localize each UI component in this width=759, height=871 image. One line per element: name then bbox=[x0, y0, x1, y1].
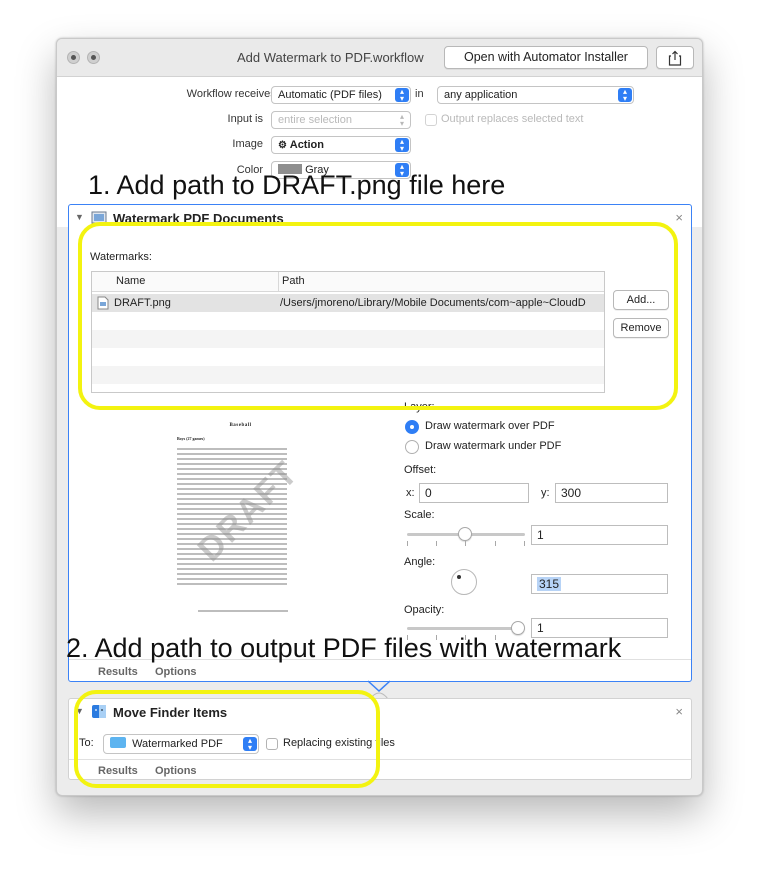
annotation-step-2: 2. Add path to output PDF files with wat… bbox=[66, 633, 622, 663]
disclosure-triangle-icon[interactable]: ▼ bbox=[75, 212, 84, 222]
preview-title: Baseball bbox=[229, 423, 252, 428]
highlight-move-finder-items bbox=[74, 690, 380, 788]
stepper-icon: ▴ ▾ bbox=[399, 112, 404, 128]
annotation-step-1: 1. Add path to DRAFT.png file here bbox=[88, 170, 506, 200]
in-label: in bbox=[415, 88, 424, 100]
offset-y-field[interactable]: 300 bbox=[555, 483, 668, 503]
title-bar: Add Watermark to PDF.workflow Open with … bbox=[57, 39, 702, 77]
input-is-select: entire selection ▴ ▾ bbox=[271, 111, 411, 129]
offset-label: Offset: bbox=[404, 464, 437, 476]
share-button[interactable] bbox=[656, 46, 694, 69]
share-icon bbox=[668, 50, 682, 66]
application-value: any application bbox=[444, 89, 518, 101]
remove-action-icon[interactable]: × bbox=[675, 704, 683, 719]
scale-slider-knob[interactable] bbox=[458, 527, 472, 541]
window-title: Add Watermark to PDF.workflow bbox=[237, 50, 424, 65]
stepper-icon: ▴ ▾ bbox=[395, 138, 409, 153]
angle-dial-indicator bbox=[457, 575, 461, 579]
image-select[interactable]: ⚙ Action ▴ ▾ bbox=[271, 136, 411, 154]
open-with-automator-installer-button[interactable]: Open with Automator Installer bbox=[444, 46, 648, 69]
layer-over-radio[interactable] bbox=[405, 420, 419, 434]
scale-ticks bbox=[407, 541, 525, 547]
minimize-window-button[interactable] bbox=[87, 51, 100, 64]
receives-select[interactable]: Automatic (PDF files) ▴ ▾ bbox=[271, 86, 411, 104]
offset-y-label: y: bbox=[541, 487, 550, 499]
gear-icon: ⚙ bbox=[278, 140, 290, 151]
angle-label: Angle: bbox=[404, 556, 436, 568]
scale-field[interactable]: 1 bbox=[531, 525, 668, 545]
preview-subtitle: Boys (27 games) bbox=[177, 436, 205, 441]
layer-under-label: Draw watermark under PDF bbox=[425, 440, 562, 452]
application-select[interactable]: any application ▴ ▾ bbox=[437, 86, 634, 104]
offset-x-label: x: bbox=[406, 487, 415, 499]
remove-action-icon[interactable]: × bbox=[675, 210, 683, 225]
highlight-watermark-table bbox=[78, 222, 678, 410]
stepper-icon: ▴ ▾ bbox=[395, 88, 409, 103]
image-label: Image bbox=[232, 138, 263, 150]
input-is-label: Input is bbox=[227, 113, 263, 125]
output-replaces-checkbox bbox=[425, 114, 437, 126]
angle-dial[interactable] bbox=[451, 569, 477, 595]
opacity-slider-track[interactable] bbox=[407, 627, 525, 630]
output-replaces-label: Output replaces selected text bbox=[441, 113, 584, 125]
layer-under-radio[interactable] bbox=[405, 440, 419, 454]
receives-value: Automatic (PDF files) bbox=[278, 89, 382, 101]
pdf-preview: Baseball Boys (27 games) DRAFT bbox=[168, 420, 313, 620]
angle-value: 315 bbox=[537, 577, 562, 591]
close-window-button[interactable] bbox=[67, 51, 80, 64]
offset-x-field[interactable]: 0 bbox=[419, 483, 529, 503]
opacity-label: Opacity: bbox=[404, 604, 445, 616]
angle-field[interactable]: 315 bbox=[531, 574, 668, 594]
options-tab[interactable]: Options bbox=[155, 666, 197, 678]
stepper-icon: ▴ ▾ bbox=[618, 88, 632, 103]
layer-over-label: Draw watermark over PDF bbox=[425, 420, 555, 432]
input-is-value: entire selection bbox=[278, 114, 352, 126]
results-tab[interactable]: Results bbox=[98, 666, 138, 678]
image-value: Action bbox=[289, 139, 324, 151]
scale-label: Scale: bbox=[404, 509, 435, 521]
